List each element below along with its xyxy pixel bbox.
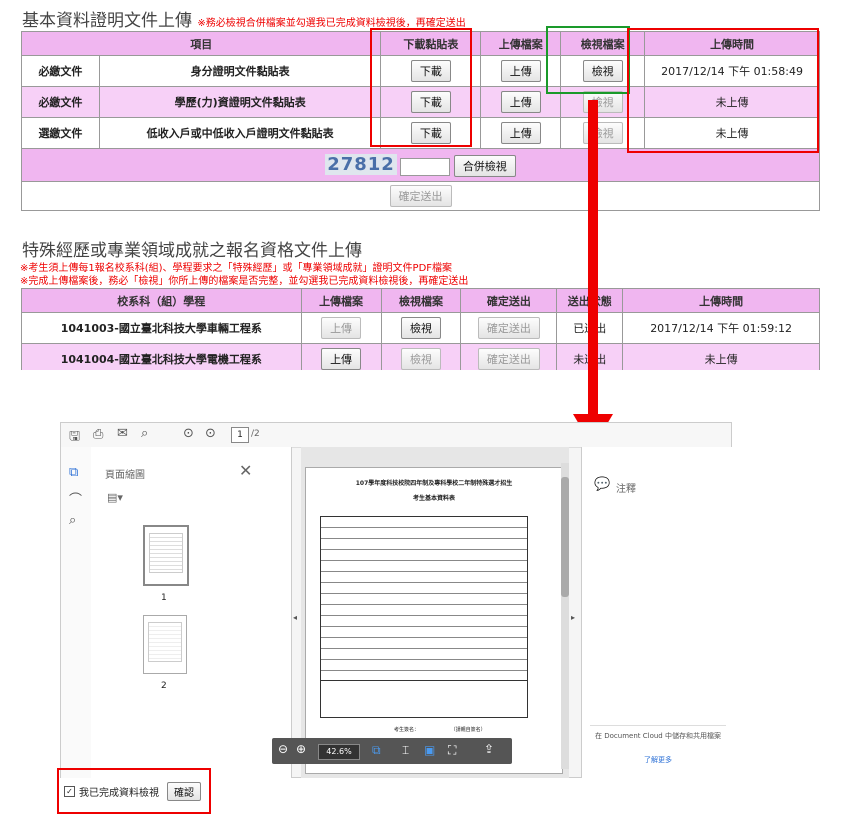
fit-page-icon[interactable]: ⌶ (402, 743, 409, 758)
upload-time: 未上傳 (622, 343, 820, 370)
cloud-text: 在 Document Cloud 中儲存和共用檔案 (595, 732, 721, 740)
comment-label: 注釋 (616, 484, 636, 495)
page-up-icon[interactable]: ⊙ (183, 426, 194, 441)
thumbnail-page-2[interactable] (143, 615, 187, 674)
thumb-label-2: 2 (161, 681, 167, 691)
close-icon[interactable]: ✕ (239, 461, 252, 480)
learn-more-link[interactable]: 了解更多 (592, 755, 724, 765)
header-item: 項目 (20, 31, 382, 56)
merge-view-button[interactable]: 合併檢視 (453, 154, 516, 177)
view-button[interactable]: 檢視 (400, 317, 441, 339)
thumbnail-page-1[interactable] (143, 525, 189, 586)
table-row: 1041004-國立臺北科技大學電機工程系 上傳 檢視 確定送出 未送出 未上傳 (21, 343, 820, 370)
doc-title-1: 107學年度科技校院四年制及專科學校二年制特殊選才招生 (355, 480, 513, 487)
page-down-icon[interactable]: ⊙ (205, 426, 216, 441)
share-icon[interactable]: ⇪ (484, 742, 494, 756)
collapse-right-icon[interactable]: ▸ (571, 613, 575, 622)
view-button[interactable]: 檢視 (400, 348, 441, 370)
attachment-icon[interactable]: ⌒ (69, 489, 82, 508)
zoom-toolbar: ⊖ ⊕ 42.6% ⧉ ⌶ ▣ ⛶ ⇪ (272, 738, 512, 764)
table-row: 1041003-國立臺北科技大學車輛工程系 上傳 檢視 確定送出 已送出 201… (21, 312, 820, 344)
upload-button[interactable]: 上傳 (500, 91, 541, 113)
fit-width-icon[interactable]: ▣ (424, 743, 435, 757)
pdf-viewer: 🖫 ⎙ ✉ ⌕ ⊙ ⊙ 1 /2 ⧉ ⌒ ⌕ 頁面縮圖 ✕ ▤▾ 1 2 ◂ 1… (60, 422, 734, 778)
upload-button[interactable]: 上傳 (321, 348, 362, 370)
highlight-time (627, 28, 819, 153)
upload-button[interactable]: 上傳 (500, 60, 541, 82)
submit-button[interactable]: 確定送出 (389, 185, 452, 207)
submit-button[interactable]: 確定送出 (477, 348, 540, 370)
thumb-label-1: 1 (161, 593, 167, 603)
select-tool-icon[interactable]: ⧉ (372, 743, 381, 758)
doc-note-box (320, 680, 528, 718)
comment-icon[interactable]: 💬 (594, 477, 610, 492)
thumb-pane-title: 頁面縮圖 (105, 470, 145, 481)
highlight-confirm (57, 768, 211, 814)
section2-note2: ※完成上傳檔案後，務必「檢視」你所上傳的檔案是否完整，並勾選我已完成資料檢視後，… (20, 276, 469, 287)
fullscreen-icon[interactable]: ⛶ (448, 743, 456, 758)
thumb-options-icon[interactable]: ▤▾ (107, 491, 123, 504)
arrow-shaft (588, 100, 598, 418)
divider (590, 725, 726, 726)
special-docs-table: 校系科（組）學程 上傳檔案 檢視檔案 確定送出 送出狀態 上傳時間 104100… (21, 288, 820, 370)
viewer-left-strip: ⧉ ⌒ ⌕ (61, 447, 92, 778)
search-panel-icon[interactable]: ⌕ (69, 513, 76, 528)
thumbnail-pane: 頁面縮圖 ✕ ▤▾ 1 2 (91, 447, 292, 778)
doc-signature: 考生簽名： （請親自簽名） (394, 727, 486, 733)
zoom-out-icon[interactable]: ⊖ (278, 742, 288, 756)
doc-title-2: 考生基本資料表 (412, 495, 455, 502)
upload-button[interactable]: 上傳 (321, 317, 362, 339)
collapse-left-icon[interactable]: ◂ (293, 613, 297, 622)
page-total: /2 (251, 429, 260, 439)
thumbnails-icon[interactable]: ⧉ (69, 465, 78, 480)
right-pane: 💬 注釋 在 Document Cloud 中儲存和共用檔案 了解更多 (581, 447, 734, 778)
submit-button[interactable]: 確定送出 (477, 317, 540, 339)
captcha-input[interactable] (400, 157, 451, 176)
viewer-toolbar: 🖫 ⎙ ✉ ⌕ ⊙ ⊙ 1 /2 (61, 423, 731, 448)
save-icon[interactable]: 🖫 (69, 427, 80, 449)
email-icon[interactable]: ✉ (117, 426, 128, 441)
vertical-scrollbar[interactable] (561, 463, 569, 769)
captcha-image: 27812 (325, 153, 397, 175)
zoom-in-icon[interactable]: ⊕ (296, 742, 306, 756)
search-icon[interactable]: ⌕ (141, 426, 148, 441)
zoom-level-select[interactable]: 42.6% (318, 744, 360, 760)
print-icon[interactable]: ⎙ (93, 427, 103, 442)
pdf-page: 107學年度科技校院四年制及專科學校二年制特殊選才招生 考生基本資料表 考生簽名… (305, 467, 563, 774)
upload-button[interactable]: 上傳 (500, 122, 541, 144)
special-docs-table-wrap: 校系科（組）學程 上傳檔案 檢視檔案 確定送出 送出狀態 上傳時間 104100… (21, 288, 821, 370)
highlight-view (546, 26, 630, 94)
page-number-input[interactable]: 1 (231, 427, 249, 443)
section2-title: 特殊經歷或專業領域成就之報名資格文件上傳 (22, 241, 362, 261)
document-area: 107學年度科技校院四年制及專科學校二年制特殊選才招生 考生基本資料表 考生簽名… (301, 447, 569, 778)
upload-time: 2017/12/14 下午 01:59:12 (622, 312, 820, 344)
highlight-download (370, 28, 472, 147)
